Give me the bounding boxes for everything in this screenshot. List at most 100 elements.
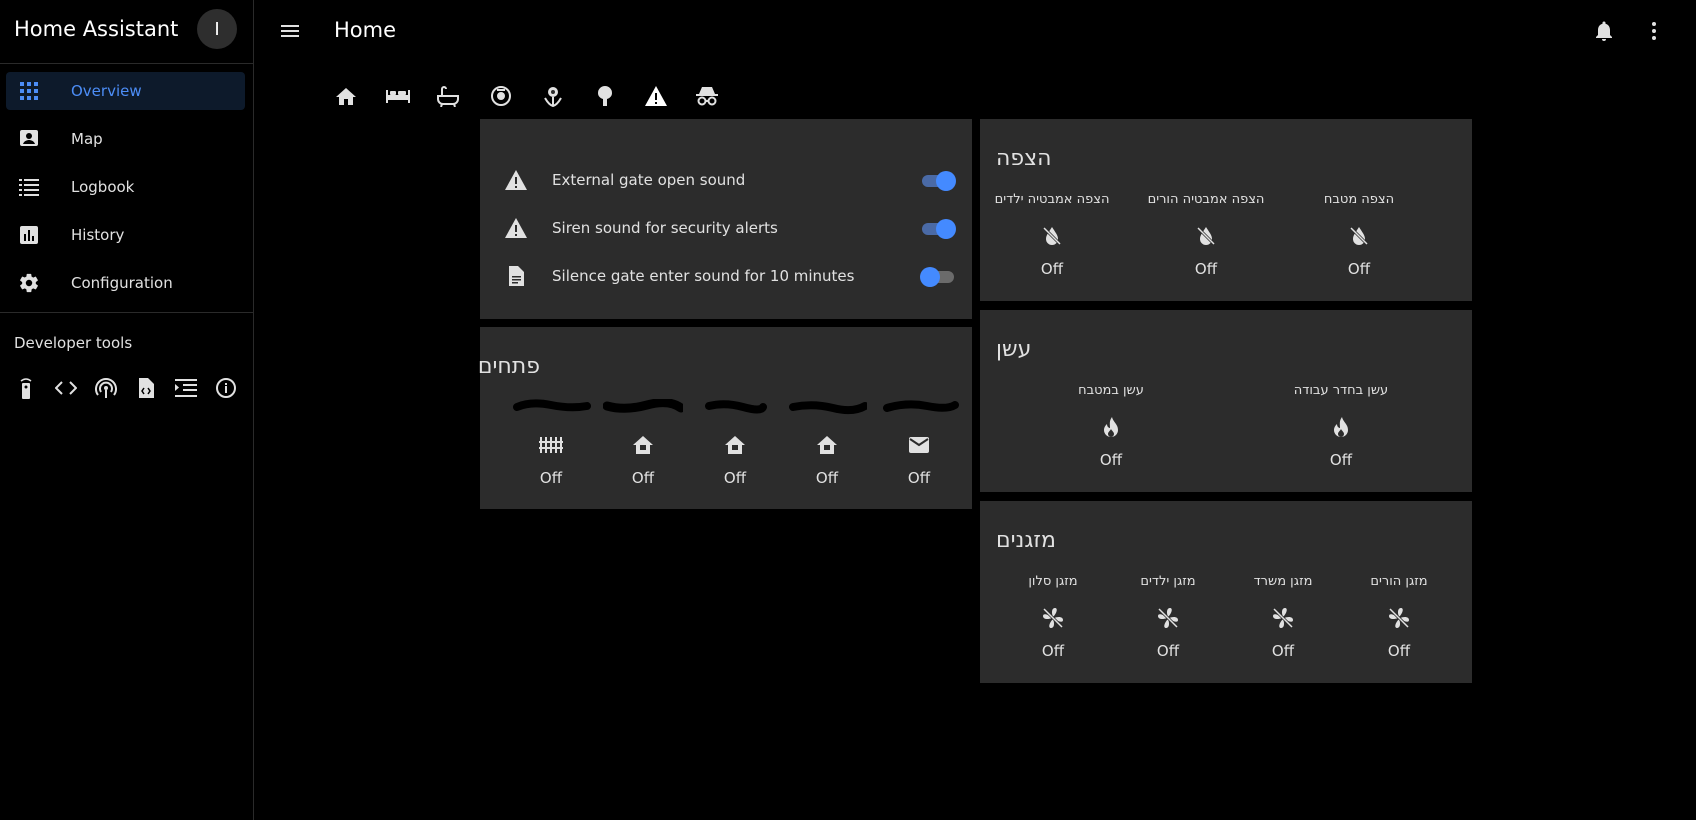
entity-name: הצפה אמבטיה הורים (1147, 192, 1265, 207)
entity-state: Off (1156, 642, 1180, 660)
sidebar-divider (0, 312, 253, 313)
alert-icon (504, 168, 528, 192)
entity-state: Off (907, 469, 931, 487)
tree-icon (598, 86, 612, 106)
entity-button[interactable]: עשן בחדר עבודה Off (1276, 383, 1406, 469)
sidebar-item-history[interactable]: History (6, 216, 245, 254)
file-icon (504, 264, 528, 288)
fan-off-icon (1271, 606, 1295, 630)
bell-icon (1596, 21, 1612, 41)
sidebar-item-label: Configuration (71, 274, 173, 292)
entity-state: Off (1271, 642, 1295, 660)
smoke-card: עשן עשן בחדר עבודה Off עשן במטבח Off (980, 310, 1472, 492)
card-title: עשן (996, 337, 1032, 362)
fan-off-icon (1387, 606, 1411, 630)
switch-toggle[interactable] (920, 170, 956, 191)
avatar[interactable]: I (197, 9, 237, 49)
water-off-icon (1194, 224, 1218, 248)
entity-button[interactable]: עשן במטבח Off (1046, 383, 1176, 469)
switch-toggle[interactable] (920, 218, 956, 239)
app-title: Home Assistant (14, 17, 179, 41)
tab-incognito[interactable] (683, 76, 731, 116)
home-lock-icon (815, 433, 839, 457)
sidebar-item-overview[interactable]: Overview (6, 72, 245, 110)
entity-button[interactable]: מזגן ילדים Off (1103, 574, 1233, 660)
more-options-button[interactable] (1642, 19, 1666, 43)
entity-name: מזגן משרד (1253, 574, 1313, 589)
entity-button[interactable]: הצפה מטבח Off (1294, 192, 1424, 278)
incognito-icon (696, 87, 718, 106)
switch-name: Silence gate enter sound for 10 minutes (552, 267, 855, 285)
gate-icon (539, 433, 563, 457)
tab-garden[interactable] (529, 76, 577, 116)
chart-icon (17, 223, 41, 247)
gear-icon (17, 271, 41, 295)
entity-button[interactable]: Off (854, 399, 984, 487)
list-icon (17, 175, 41, 199)
entity-button[interactable]: הצפה אמבטיה ילדים Off (987, 192, 1117, 278)
switch-name: Siren sound for security alerts (552, 219, 778, 237)
page-title: Home (334, 18, 397, 42)
tab-yard[interactable] (581, 76, 629, 116)
code-icon[interactable] (54, 376, 78, 400)
menu-button[interactable] (278, 19, 302, 43)
bathtub-icon (437, 86, 459, 107)
switch-toggle[interactable] (920, 266, 956, 287)
broadcast-icon[interactable] (94, 376, 118, 400)
map-icon (17, 127, 41, 151)
sidebar-item-label: Overview (71, 82, 142, 100)
file-code-icon[interactable] (134, 376, 158, 400)
entity-name: הצפה מטבח (1323, 192, 1395, 207)
entity-state: Off (1041, 642, 1065, 660)
notifications-button[interactable] (1592, 19, 1616, 43)
tab-vacuum[interactable] (477, 76, 525, 116)
entity-state: Off (1329, 451, 1353, 469)
tab-bathroom[interactable] (424, 76, 472, 116)
doors-card: פתחים Off Off Off Off Off (477, 327, 972, 509)
card-title: הצפה (996, 146, 1052, 171)
card-title: פתחים (477, 354, 540, 379)
sidebar-item-map[interactable]: Map (6, 120, 245, 158)
sidebar-item-logbook[interactable]: Logbook (6, 168, 245, 206)
tab-home[interactable] (322, 76, 370, 116)
entity-name: מזגן הורים (1370, 574, 1428, 589)
sidebar: Home Assistant I Overview Map Logbook Hi… (0, 0, 254, 820)
entity-name: מזגן סלון (1028, 574, 1078, 589)
switch-row[interactable]: External gate open sound (480, 160, 972, 200)
format-list-icon[interactable] (174, 376, 198, 400)
water-off-icon (1040, 224, 1064, 248)
sidebar-item-configuration[interactable]: Configuration (6, 264, 245, 302)
entity-button[interactable]: מזגן משרד Off (1218, 574, 1348, 660)
bed-icon (386, 90, 410, 103)
entity-state: Off (1347, 260, 1371, 278)
menu-icon (281, 25, 299, 37)
card-title: מזגנים (996, 528, 1056, 553)
dots-vertical-icon (1652, 22, 1656, 40)
flower-icon (544, 87, 562, 107)
entity-button[interactable]: מזגן הורים Off (1334, 574, 1464, 660)
home-icon (336, 88, 356, 105)
entity-button[interactable]: מזגן סלון Off (988, 574, 1118, 660)
tab-alerts[interactable] (632, 76, 680, 122)
entity-button[interactable]: הצפה אמבטיה הורים Off (1141, 192, 1271, 278)
water-off-icon (1347, 224, 1371, 248)
redacted-name (883, 400, 959, 412)
sidebar-item-label: Map (71, 130, 103, 148)
robot-vacuum-icon (491, 86, 511, 106)
tab-bedroom[interactable] (374, 76, 422, 116)
developer-tools-title: Developer tools (14, 334, 133, 352)
info-icon[interactable] (214, 376, 238, 400)
entity-state: Off (1387, 642, 1411, 660)
entity-name: הצפה אמבטיה ילדים (994, 192, 1110, 207)
mail-icon (907, 433, 931, 457)
switches-card: External gate open sound Siren sound for… (480, 119, 972, 319)
fan-off-icon (1041, 606, 1065, 630)
home-lock-icon (723, 433, 747, 457)
entity-state: Off (1099, 451, 1123, 469)
switch-row[interactable]: Siren sound for security alerts (480, 208, 972, 248)
remote-icon[interactable] (14, 376, 38, 400)
home-lock-icon (631, 433, 655, 457)
switch-row[interactable]: Silence gate enter sound for 10 minutes (480, 256, 972, 296)
flood-card: הצפה הצפה מטבח Off הצפה אמבטיה הורים Off… (980, 119, 1472, 301)
grid-icon (17, 79, 41, 103)
